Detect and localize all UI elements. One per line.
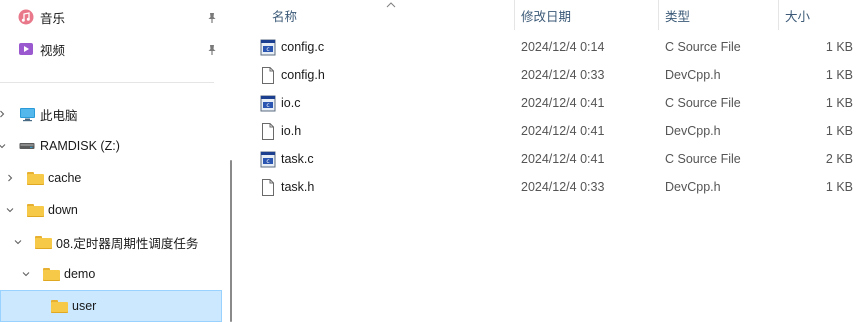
file-size: 1 KB	[825, 40, 853, 54]
file-date: 2024/12/4 0:41	[521, 152, 605, 166]
file-date: 2024/12/4 0:14	[521, 40, 605, 54]
nav-item-08-timer-task[interactable]: 08.定时器周期性调度任务	[0, 227, 222, 257]
folder-icon	[26, 202, 44, 218]
file-name: config.c	[281, 40, 325, 54]
column-divider[interactable]	[514, 0, 515, 30]
header-file-icon	[260, 122, 276, 140]
file-type: DevCpp.h	[665, 68, 721, 82]
file-size: 2 KB	[825, 152, 853, 166]
chevron-down-icon[interactable]	[4, 204, 16, 216]
nav-item-label: 08.定时器周期性调度任务	[56, 236, 199, 251]
nav-scrollbar[interactable]	[230, 160, 232, 322]
folder-icon	[42, 266, 60, 282]
file-name: task.h	[281, 180, 315, 194]
file-type: DevCpp.h	[665, 124, 721, 138]
chevron-right-icon[interactable]	[4, 172, 16, 184]
nav-item-label: 此电脑	[40, 108, 78, 123]
c-source-icon: c	[260, 38, 276, 56]
chevron-down-icon[interactable]	[20, 268, 32, 280]
table-row[interactable]: task.h 2024/12/4 0:33 DevCpp.h 1 KB	[240, 173, 858, 201]
file-name: io.h	[281, 124, 302, 138]
sort-ascending-icon	[386, 0, 396, 11]
navigation-pane: 音乐 视频 此电脑 RAMDISK (Z:) cache down 08.定时器…	[0, 0, 238, 322]
nav-item-this-pc[interactable]: 此电脑	[0, 99, 222, 129]
column-header-label: 大小	[785, 9, 811, 24]
nav-item-music[interactable]: 音乐	[0, 2, 222, 32]
file-date: 2024/12/4 0:33	[521, 180, 605, 194]
nav-item-label: 音乐	[40, 11, 66, 26]
nav-item-demo[interactable]: demo	[0, 259, 222, 289]
pin-icon[interactable]	[206, 44, 218, 56]
table-row[interactable]: io.h 2024/12/4 0:41 DevCpp.h 1 KB	[240, 117, 858, 145]
folder-icon	[50, 298, 68, 314]
chevron-right-icon[interactable]	[0, 108, 8, 120]
column-divider[interactable]	[778, 0, 779, 30]
video-icon	[17, 41, 35, 57]
file-date: 2024/12/4 0:41	[521, 124, 605, 138]
column-header-label: 名称	[272, 9, 298, 24]
folder-icon	[26, 170, 44, 186]
table-row[interactable]: c task.c 2024/12/4 0:41 C Source File 2 …	[240, 145, 858, 173]
table-row[interactable]: config.h 2024/12/4 0:33 DevCpp.h 1 KB	[240, 61, 858, 89]
nav-item-ramdisk[interactable]: RAMDISK (Z:)	[0, 131, 222, 161]
file-type: C Source File	[665, 152, 741, 166]
nav-item-label: demo	[64, 267, 96, 281]
column-header-date[interactable]: 修改日期	[521, 0, 571, 30]
svg-text:c: c	[266, 158, 269, 165]
nav-item-label: down	[48, 203, 78, 217]
column-header-size[interactable]: 大小	[785, 0, 810, 30]
chevron-down-icon[interactable]	[0, 140, 8, 152]
file-date: 2024/12/4 0:41	[521, 96, 605, 110]
c-source-icon: c	[260, 94, 276, 112]
file-size: 1 KB	[825, 68, 853, 82]
column-header-label: 类型	[665, 9, 691, 24]
file-name: io.c	[281, 96, 301, 110]
file-name: task.c	[281, 152, 314, 166]
c-source-icon: c	[260, 150, 276, 168]
column-header-type[interactable]: 类型	[665, 0, 690, 30]
file-date: 2024/12/4 0:33	[521, 68, 605, 82]
nav-item-label: RAMDISK (Z:)	[40, 139, 120, 153]
file-type: C Source File	[665, 96, 741, 110]
table-row[interactable]: c io.c 2024/12/4 0:41 C Source File 1 KB	[240, 89, 858, 117]
music-icon	[17, 9, 35, 25]
svg-text:c: c	[266, 46, 269, 53]
pin-icon[interactable]	[206, 12, 218, 24]
nav-divider	[0, 82, 214, 83]
header-file-icon	[260, 178, 276, 196]
file-name: config.h	[281, 68, 325, 82]
chevron-down-icon[interactable]	[12, 236, 24, 248]
nav-item-cache[interactable]: cache	[0, 163, 222, 193]
svg-text:c: c	[266, 102, 269, 109]
computer-icon	[18, 106, 36, 122]
file-type: C Source File	[665, 40, 741, 54]
nav-item-label: user	[72, 299, 97, 313]
header-file-icon	[260, 66, 276, 84]
nav-item-label: 视频	[40, 43, 66, 58]
table-row[interactable]: c config.c 2024/12/4 0:14 C Source File …	[240, 33, 858, 61]
column-header-label: 修改日期	[521, 9, 572, 24]
column-header-name[interactable]: 名称	[272, 0, 297, 30]
nav-item-label: cache	[48, 171, 82, 185]
nav-item-down[interactable]: down	[0, 195, 222, 225]
file-list: 名称 修改日期 类型 大小 c config.c 2024/12/4 0:14 …	[240, 0, 858, 322]
file-type: DevCpp.h	[665, 180, 721, 194]
file-size: 1 KB	[825, 124, 853, 138]
column-divider[interactable]	[658, 0, 659, 30]
file-size: 1 KB	[825, 96, 853, 110]
folder-icon	[34, 234, 52, 250]
drive-icon	[18, 138, 36, 154]
file-size: 1 KB	[825, 180, 853, 194]
nav-item-video[interactable]: 视频	[0, 34, 222, 64]
nav-item-user[interactable]: user	[0, 290, 222, 322]
